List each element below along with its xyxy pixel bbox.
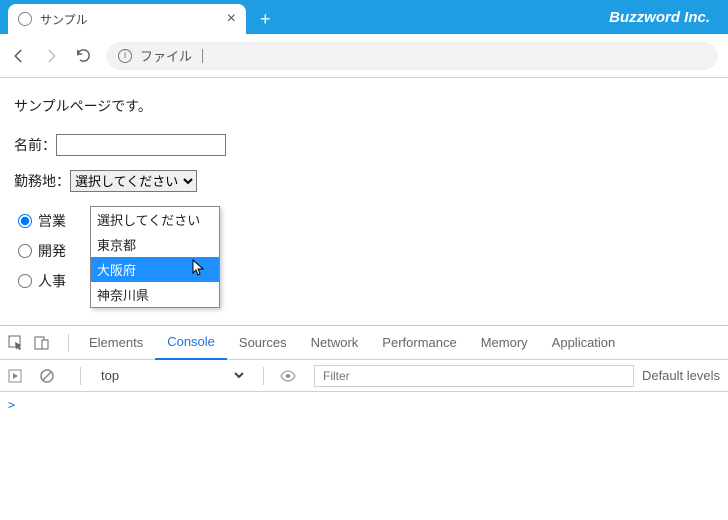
inspect-icon[interactable] bbox=[8, 335, 24, 351]
filter-input[interactable] bbox=[314, 365, 634, 387]
eye-icon[interactable] bbox=[280, 370, 296, 382]
name-row: 名前： bbox=[14, 134, 714, 156]
dropdown-option[interactable]: 神奈川県 bbox=[91, 282, 219, 307]
dropdown-option-highlighted[interactable]: 大阪府 bbox=[91, 257, 219, 282]
globe-icon bbox=[18, 12, 32, 26]
devtools-panel: Elements Console Sources Network Perform… bbox=[0, 325, 728, 520]
separator bbox=[80, 367, 81, 385]
radio-label: 開発 bbox=[38, 241, 66, 261]
radio-hr[interactable] bbox=[18, 274, 32, 288]
tab-performance[interactable]: Performance bbox=[370, 326, 468, 360]
radio-group: 営業 開発 人事 選択してください 東京都 大阪府 神奈川県 bbox=[14, 206, 714, 296]
devtools-tabs: Elements Console Sources Network Perform… bbox=[0, 326, 728, 360]
tab-network[interactable]: Network bbox=[299, 326, 371, 360]
radio-dev[interactable] bbox=[18, 244, 32, 258]
browser-toolbar: i ファイル bbox=[0, 34, 728, 78]
new-tab-button[interactable]: + bbox=[246, 4, 285, 34]
name-input[interactable] bbox=[56, 134, 226, 156]
forward-icon bbox=[42, 47, 60, 65]
brand-label: Buzzword Inc. bbox=[609, 0, 728, 34]
separator bbox=[68, 334, 69, 352]
tab-title: サンプル bbox=[40, 11, 219, 28]
close-icon[interactable]: × bbox=[227, 11, 236, 27]
tab-sources[interactable]: Sources bbox=[227, 326, 299, 360]
name-label: 名前： bbox=[14, 135, 56, 155]
tab-application[interactable]: Application bbox=[540, 326, 628, 360]
address-text: ファイル bbox=[140, 46, 192, 65]
clear-icon[interactable] bbox=[40, 369, 54, 383]
page-content: サンプルページです。 名前： 勤務地： 選択してください 営業 開発 人事 選択… bbox=[0, 78, 728, 325]
location-row: 勤務地： 選択してください bbox=[14, 170, 714, 192]
separator bbox=[263, 367, 264, 385]
location-select[interactable]: 選択してください bbox=[70, 170, 197, 192]
device-toggle-icon[interactable] bbox=[34, 335, 50, 351]
info-icon[interactable]: i bbox=[118, 49, 132, 63]
tab-console[interactable]: Console bbox=[155, 326, 227, 360]
play-icon[interactable] bbox=[8, 369, 22, 383]
tab-memory[interactable]: Memory bbox=[469, 326, 540, 360]
dropdown-option[interactable]: 東京都 bbox=[91, 232, 219, 257]
radio-label: 営業 bbox=[38, 211, 66, 231]
dropdown-option[interactable]: 選択してください bbox=[91, 207, 219, 232]
radio-sales[interactable] bbox=[18, 214, 32, 228]
page-heading: サンプルページです。 bbox=[14, 96, 714, 116]
address-bar[interactable]: i ファイル bbox=[106, 42, 718, 70]
radio-label: 人事 bbox=[38, 271, 66, 291]
browser-tab-strip: サンプル × + Buzzword Inc. bbox=[0, 0, 728, 34]
console-body[interactable]: > bbox=[0, 392, 728, 520]
browser-tab[interactable]: サンプル × bbox=[8, 4, 246, 34]
console-toolbar: top Default levels bbox=[0, 360, 728, 392]
reload-icon[interactable] bbox=[74, 47, 92, 65]
select-dropdown[interactable]: 選択してください 東京都 大阪府 神奈川県 bbox=[90, 206, 220, 308]
context-select[interactable]: top bbox=[97, 367, 247, 384]
back-icon[interactable] bbox=[10, 47, 28, 65]
text-caret bbox=[202, 49, 203, 63]
location-label: 勤務地： bbox=[14, 171, 70, 191]
log-levels[interactable]: Default levels bbox=[642, 368, 720, 383]
tab-elements[interactable]: Elements bbox=[77, 326, 155, 360]
console-prompt: > bbox=[8, 398, 15, 412]
